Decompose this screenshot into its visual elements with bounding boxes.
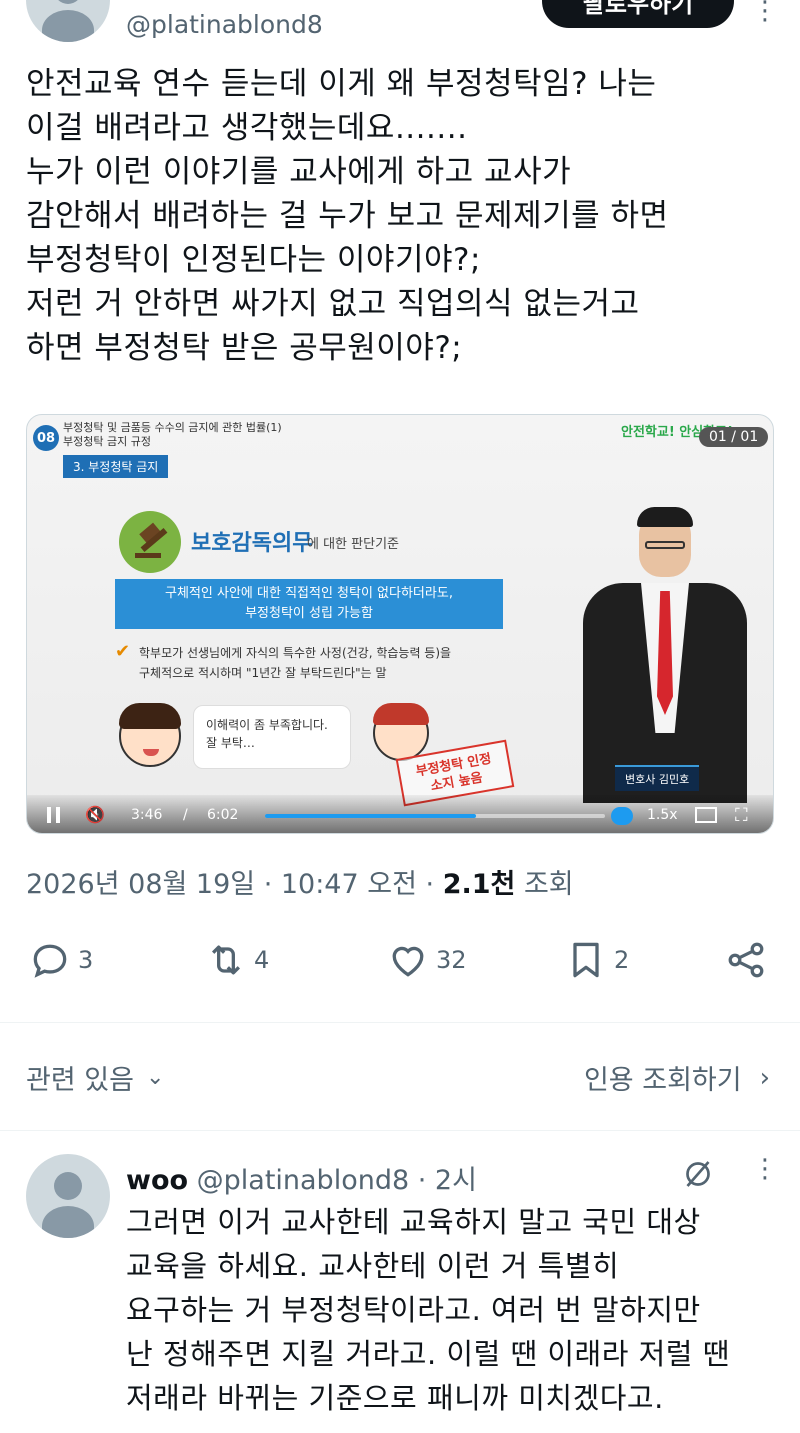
lecturer-glasses	[645, 541, 685, 549]
reply-button[interactable]: 3	[28, 938, 93, 982]
total-time: 6:02	[207, 807, 239, 823]
parent-mouth	[143, 749, 159, 756]
retweet-icon	[211, 945, 241, 975]
teacher-hair	[373, 703, 429, 725]
heart-icon	[392, 946, 424, 977]
lesson-number-badge: 08	[33, 425, 59, 451]
tweet-date[interactable]: 2026년 08월 19일 · 10:47 오전 ·	[26, 869, 443, 900]
bookmark-button[interactable]: 2	[564, 938, 629, 982]
parent-hair	[119, 703, 181, 729]
reply-more-icon[interactable]: ⋮	[752, 1154, 778, 1184]
video-player[interactable]: 08 부정청탁 및 금품등 수수의 금지에 관한 법률(1) 부정청탁 금지 규…	[26, 414, 774, 834]
reply-icon	[33, 944, 67, 978]
parent-illustration	[119, 703, 181, 767]
retweet-count: 4	[254, 946, 270, 974]
criteria-subtitle: 에 대한 판단기준	[307, 537, 399, 552]
gavel-base	[135, 553, 161, 558]
playback-speed[interactable]: 1.5x	[647, 807, 678, 823]
avatar-body	[42, 10, 94, 42]
share-icon	[728, 942, 764, 978]
like-count: 32	[436, 946, 467, 974]
lecturer-hair	[637, 507, 693, 527]
bookmark-icon	[573, 942, 599, 978]
video-controls: 🔇 3:46 / 6:02 1.5x ⛶	[27, 795, 773, 833]
picture-in-picture-icon[interactable]	[695, 807, 717, 823]
example-point: 학부모가 선생님에게 자식의 특수한 사정(건강, 학습능력 등)을 구체적으로…	[139, 646, 452, 680]
reply-author-handle[interactable]: @platinablond8 · 2시	[188, 1165, 477, 1196]
chevron-down-icon: ⌄	[145, 1065, 165, 1090]
lesson-section: 3. 부정청탁 금지	[63, 455, 169, 478]
slide-page-indicator: 01 / 01	[699, 427, 769, 447]
mute-icon[interactable]: 🔇	[85, 805, 105, 824]
check-icon: ✔	[115, 641, 131, 662]
avatar-head	[54, 0, 82, 4]
reply-header: woo @platinablond8 · 2시	[126, 1158, 477, 1197]
progress-handle[interactable]	[611, 807, 633, 825]
grok-icon[interactable]	[680, 1156, 716, 1192]
author-avatar[interactable]	[26, 0, 110, 42]
retweet-button[interactable]: 4	[204, 938, 269, 982]
avatar-body	[42, 1206, 94, 1238]
tweet-timestamp: 2026년 08월 19일 · 10:47 오전 · 2.1천 조회	[26, 862, 574, 901]
lecturer-name-caption: 변호사 김민호	[615, 765, 700, 791]
gavel-icon	[119, 511, 181, 573]
fullscreen-icon[interactable]: ⛶	[735, 805, 748, 826]
lecturer-figure	[583, 507, 747, 803]
criteria-title: 보호감독의무	[191, 531, 313, 556]
progress-bar[interactable]	[265, 814, 605, 818]
reply-text: 그러면 이거 교사한테 교육하지 말고 국민 대상 교육을 하세요. 교사한테 …	[126, 1205, 730, 1415]
tweet-text: 안전교육 연수 듣는데 이게 왜 부정청탁임? 나는 이걸 배려라고 생각했는데…	[26, 66, 669, 366]
teacher-illustration	[373, 703, 429, 761]
speech-bubble: 이해력이 좀 부족합니다. 잘 부탁…	[193, 705, 351, 769]
share-button[interactable]	[724, 938, 768, 982]
bookmark-count: 2	[614, 946, 630, 974]
reply-author-name[interactable]: woo	[126, 1165, 188, 1196]
key-statement: 구체적인 사안에 대한 직접적인 청탁이 없다하더라도, 부정청탁이 성립 가능…	[115, 579, 503, 629]
sort-dropdown[interactable]: 관련 있음 ⌄	[26, 1058, 164, 1097]
lesson-header: 부정청탁 및 금품등 수수의 금지에 관한 법률(1) 부정청탁 금지 규정	[63, 421, 282, 448]
follow-button[interactable]: 팔로우하기	[542, 0, 734, 28]
reply-count: 3	[78, 946, 94, 974]
divider	[0, 1130, 800, 1131]
view-quotes-label: 인용 조회하기	[583, 1065, 742, 1096]
like-button[interactable]: 32	[386, 938, 467, 982]
sort-label: 관련 있음	[26, 1065, 134, 1096]
more-options-icon[interactable]: ⋮	[752, 0, 778, 26]
view-label: 조회	[515, 869, 574, 900]
current-time: 3:46	[131, 807, 163, 823]
time-separator: /	[183, 807, 188, 823]
action-bar: 3 4 32 2	[0, 938, 800, 988]
view-count: 2.1천	[442, 869, 516, 900]
progress-fill	[265, 814, 476, 818]
author-handle[interactable]: @platinablond8	[126, 10, 323, 39]
avatar-head	[54, 1172, 82, 1200]
reply-avatar[interactable]	[26, 1154, 110, 1238]
chevron-right-icon: ›	[759, 1062, 770, 1093]
divider	[0, 1022, 800, 1023]
pause-icon[interactable]	[47, 807, 61, 823]
view-quotes-link[interactable]: 인용 조회하기 ›	[584, 1058, 770, 1097]
